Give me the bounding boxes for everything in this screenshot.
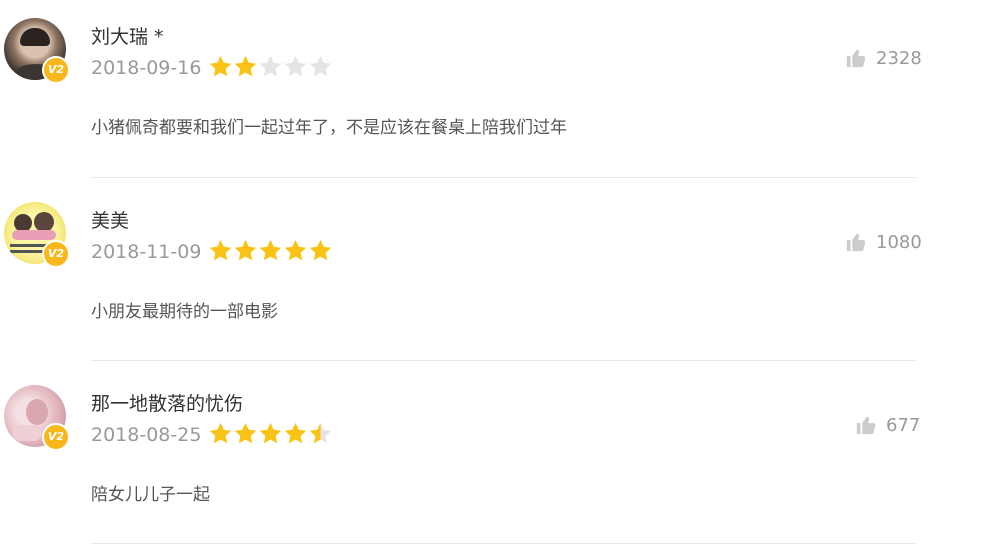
star-icon bbox=[309, 239, 332, 261]
star-icon bbox=[209, 55, 232, 77]
comment-date: 2018-11-09 bbox=[91, 241, 202, 263]
avatar[interactable]: V2 bbox=[4, 385, 70, 451]
star-icon bbox=[234, 239, 257, 261]
level-badge: V2 bbox=[42, 56, 70, 84]
star-icon bbox=[209, 239, 232, 261]
divider bbox=[91, 360, 916, 361]
avatar[interactable]: V2 bbox=[4, 202, 70, 268]
star-icon bbox=[284, 422, 307, 444]
comment-text: 小朋友最期待的一部电影 bbox=[91, 302, 278, 322]
star-rating bbox=[208, 54, 333, 79]
star-icon bbox=[259, 239, 282, 261]
level-badge: V2 bbox=[42, 423, 70, 451]
star-rating bbox=[208, 238, 333, 263]
star-icon bbox=[234, 55, 257, 77]
like-button[interactable]: 2328 bbox=[845, 45, 922, 71]
star-icon bbox=[309, 55, 332, 77]
comment-date: 2018-08-25 bbox=[91, 424, 202, 446]
star-icon bbox=[259, 422, 282, 444]
like-count: 2328 bbox=[876, 47, 922, 69]
like-button[interactable]: 1080 bbox=[845, 229, 922, 255]
comment-text: 陪女儿儿子一起 bbox=[91, 485, 210, 505]
star-rating bbox=[208, 421, 333, 446]
star-icon bbox=[309, 422, 332, 444]
username[interactable]: 那一地散落的忧伤 bbox=[91, 389, 243, 416]
level-badge: V2 bbox=[42, 240, 70, 268]
like-count: 677 bbox=[886, 414, 921, 436]
username[interactable]: 美美 bbox=[91, 206, 129, 233]
star-icon bbox=[209, 422, 232, 444]
thumbs-up-icon bbox=[846, 233, 866, 252]
comment-text: 小猪佩奇都要和我们一起过年了，不是应该在餐桌上陪我们过年 bbox=[91, 118, 567, 138]
star-icon bbox=[234, 422, 257, 444]
comment-date: 2018-09-16 bbox=[91, 57, 202, 79]
username[interactable]: 刘大瑞 * bbox=[91, 22, 164, 49]
divider bbox=[91, 543, 916, 544]
star-icon bbox=[284, 55, 307, 77]
like-count: 1080 bbox=[876, 231, 922, 253]
star-icon bbox=[284, 239, 307, 261]
avatar[interactable]: V2 bbox=[4, 18, 70, 84]
thumbs-up-icon bbox=[846, 49, 866, 68]
thumbs-up-icon bbox=[856, 416, 876, 435]
like-button[interactable]: 677 bbox=[855, 412, 920, 438]
divider bbox=[91, 177, 916, 178]
star-icon bbox=[259, 55, 282, 77]
